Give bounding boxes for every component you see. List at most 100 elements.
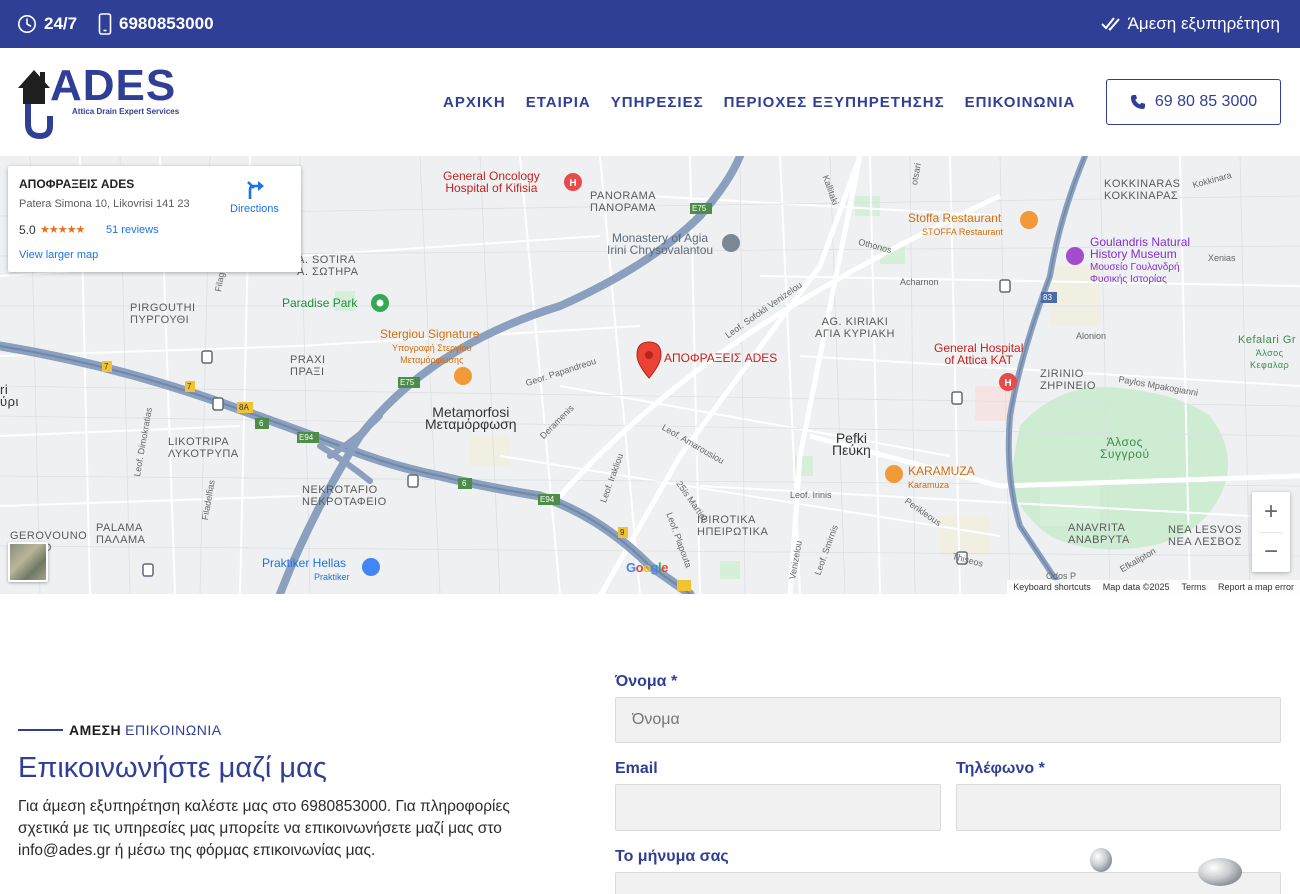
map-label-praktiker[interactable]: Praktiker Hellas [262, 557, 346, 569]
site-logo[interactable]: ADES Attica Drain Expert Services [18, 64, 188, 144]
nav-contact[interactable]: ΕΠΙΚΟΙΝΩΝΙΑ [965, 94, 1076, 111]
shield-6-b-label: 6 [462, 479, 467, 488]
shield-e94-b-label: E94 [540, 495, 555, 504]
map-label-oncology[interactable]: General Oncology Hospital of Kifisia [443, 170, 540, 194]
topbar-phone-link[interactable]: 6980853000 [98, 0, 214, 48]
name-input[interactable] [615, 697, 1281, 743]
report-error-link[interactable]: Report a map error [1218, 582, 1294, 592]
eyebrow-word-2: ΕΠΙΚΟΙΝΩΝΙΑ [125, 722, 222, 738]
map-label-stoffa[interactable]: Stoffa Restaurant [908, 212, 1001, 224]
directions-icon[interactable] [246, 178, 266, 205]
eyebrow-line [18, 729, 63, 731]
map-label-stoffa-sub: STOFFA Restaurant [922, 227, 1003, 237]
name-required-mark: * [670, 673, 678, 690]
nav-services[interactable]: ΥΠΗΡΕΣΙΕΣ [611, 94, 704, 111]
shield-83-label: 83 [1043, 293, 1052, 302]
map-label-sotira: A. SOTIRA Α. ΣΩΤΗΡΑ [297, 254, 359, 278]
map-label-pirgouthi: PIRGOUTHI ΠΥΡΓΟΥΘΙ [130, 302, 196, 326]
map-label-metamorfosi: Metamorfosi Μεταμόρφωση [425, 404, 517, 432]
shield-e94-a-label: E94 [299, 433, 314, 442]
map-label-kat[interactable]: General Hospital of Attica KAT [934, 342, 1023, 366]
logo-wordmark: ADES [50, 61, 177, 110]
message-label: Το μήνυμα σας [615, 848, 729, 865]
name-label-text: Όνομα [615, 673, 667, 690]
map-label-monastery[interactable]: Monastery of Agia Irini Chrysovalantou [607, 232, 713, 256]
zoom-controls: + − [1252, 492, 1290, 572]
place-address: Patera Simona 10, Likovrisi 141 23 [19, 198, 190, 210]
map-label-pefki: Pefki Πεύκη [832, 430, 871, 458]
terms-link[interactable]: Terms [1181, 582, 1206, 592]
shield-8a-label: 8A [239, 403, 249, 412]
map-label-praxi: PRAXI ΠΡΑΞΙ [290, 354, 326, 378]
name-label: Όνομα * [615, 673, 677, 691]
map-label-praktiker-sub: Praktiker [314, 572, 350, 582]
phone-input[interactable] [956, 784, 1281, 831]
svg-text:H: H [569, 178, 576, 189]
place-stars: ★★★★★ [40, 224, 85, 236]
double-check-icon [1100, 15, 1121, 33]
shield-e75-top-label: E75 [692, 204, 707, 213]
view-larger-map-link[interactable]: View larger map [19, 249, 98, 261]
map-footer: Keyboard shortcuts Map data ©2025 Terms … [1007, 580, 1300, 594]
nav-home[interactable]: ΑΡΧΙΚΗ [443, 94, 506, 111]
location-pin-icon [636, 341, 662, 379]
map-label-panorama: PANORAMA ΠΑΝΟΡΑΜΑ [590, 190, 657, 214]
map-label-kokkinaras: KOKKINARAS ΚΟΚΚΙΝΑΡΑΣ [1104, 178, 1181, 202]
map-label-stergiou-gr: Υπογραφή Στεργίου Μεταμόρφωσης [392, 343, 472, 365]
clock-icon [17, 14, 37, 34]
map-label-kefalari: Kefalari Gr [1238, 334, 1297, 346]
service-info: Άμεση εξυπηρέτηση [1100, 0, 1280, 48]
phone-label: Τηλέφωνο * [956, 760, 1045, 778]
map-label-goulandris[interactable]: Goulandris Natural History Museum [1090, 236, 1190, 260]
nav-service-areas[interactable]: ΠΕΡΙΟΧΕΣ ΕΞΥΠΗΡΕΤΗΣΗΣ [724, 94, 945, 111]
shield-9-label: 9 [620, 528, 625, 537]
map-label-ri: ri ύρι [0, 382, 19, 409]
map-label-ag-kiriaki: AG. KIRIAKI ΑΓΙΑ ΚΥΡΙΑΚΗ [815, 316, 895, 340]
phone-label-text: Τηλέφωνο [956, 760, 1035, 777]
street-acharnon: Acharnon [900, 277, 939, 287]
street-irinis: Leof. Irinis [790, 490, 832, 500]
email-label: Email [615, 760, 658, 777]
water-drops-decoration [1090, 848, 1242, 886]
directions-link[interactable]: Directions [230, 203, 279, 215]
map-label-karamuza[interactable]: KARAMUZA [908, 465, 975, 477]
section-eyebrow: ΑΜΕΣΗ ΕΠΙΚΟΙΝΩΝΙΑ [18, 722, 222, 738]
map-label-stergiou[interactable]: Stergiou Signature [380, 328, 479, 340]
nav-company[interactable]: ΕΤΑΙΡΙΑ [526, 94, 591, 111]
mobile-phone-icon [98, 13, 112, 35]
street-xenias: Xenias [1208, 253, 1236, 263]
place-name: ΑΠΟΦΡΑΞΕΙΣ ADES [19, 177, 135, 191]
street-alonion: Alonion [1076, 331, 1107, 341]
map-label-nea-lesvos: NEA LESVOS ΝΕΑ ΛΕΣΒΟΣ [1168, 524, 1243, 548]
contact-description: Για άμεση εξυπηρέτηση καλέστε μας στο 69… [18, 798, 510, 859]
map-label-karamuza-sub: Karamuza [908, 480, 950, 490]
call-button[interactable]: 69 80 85 3000 [1106, 79, 1281, 125]
map-pin-label[interactable]: ΑΠΟΦΡΑΞΕΙΣ ADES [664, 352, 777, 364]
map-place-card: ΑΠΟΦΡΑΞΕΙΣ ADES Patera Simona 10, Likovr… [8, 166, 301, 272]
phone-required-mark: * [1038, 760, 1045, 777]
place-reviews-link[interactable]: 51 reviews [106, 224, 159, 236]
keyboard-shortcuts-link[interactable]: Keyboard shortcuts [1013, 582, 1091, 592]
map-label-likotripa: LIKOTRIPA ΛΥΚΟΤΡΥΠΑ [168, 436, 239, 460]
map-label-alsos: Άλσος Συγγρού [1100, 435, 1150, 461]
shield-7b-label: 7 [187, 382, 192, 391]
zoom-in-button[interactable]: + [1252, 492, 1290, 532]
main-nav: ΑΡΧΙΚΗ ΕΤΑΙΡΙΑ ΥΠΗΡΕΣΙΕΣ ΠΕΡΙΟΧΕΣ ΕΞΥΠΗΡ… [443, 48, 1095, 156]
topbar-phone-text[interactable]: 6980853000 [119, 14, 214, 34]
shield-e75-mid-label: E75 [400, 378, 415, 387]
email-input[interactable] [615, 784, 941, 831]
logo-tagline: Attica Drain Expert Services [72, 107, 180, 116]
shield-7-label: 7 [104, 362, 109, 371]
map-label-nekrotafio: NEKROTAFIO ΝΕΚΡΟΤΑΦΕΙΟ [302, 484, 387, 508]
map-label-paradise-park[interactable]: Paradise Park [282, 297, 357, 309]
satellite-toggle-thumbnail[interactable] [8, 542, 48, 582]
zoom-out-button[interactable]: − [1252, 532, 1290, 572]
map-label-goulandris-gr: Μουσείο Γουλανδρή Φυσικής Ιστορίας [1090, 262, 1180, 285]
call-button-label[interactable]: 69 80 85 3000 [1155, 93, 1257, 111]
map-label-kefalari-gr: Άλσος Κεφαλαρ [1250, 348, 1290, 370]
hours-info: 24/7 [17, 0, 77, 48]
embedded-map[interactable]: H H E75 E75 E94 E94 6 6 7 7 8A 9 83 Gene… [0, 156, 1300, 594]
phone-icon [1130, 94, 1146, 110]
svg-text:H: H [1004, 378, 1011, 389]
map-label-palama: PALAMA ΠΑΛΑΜΑ [96, 522, 146, 546]
